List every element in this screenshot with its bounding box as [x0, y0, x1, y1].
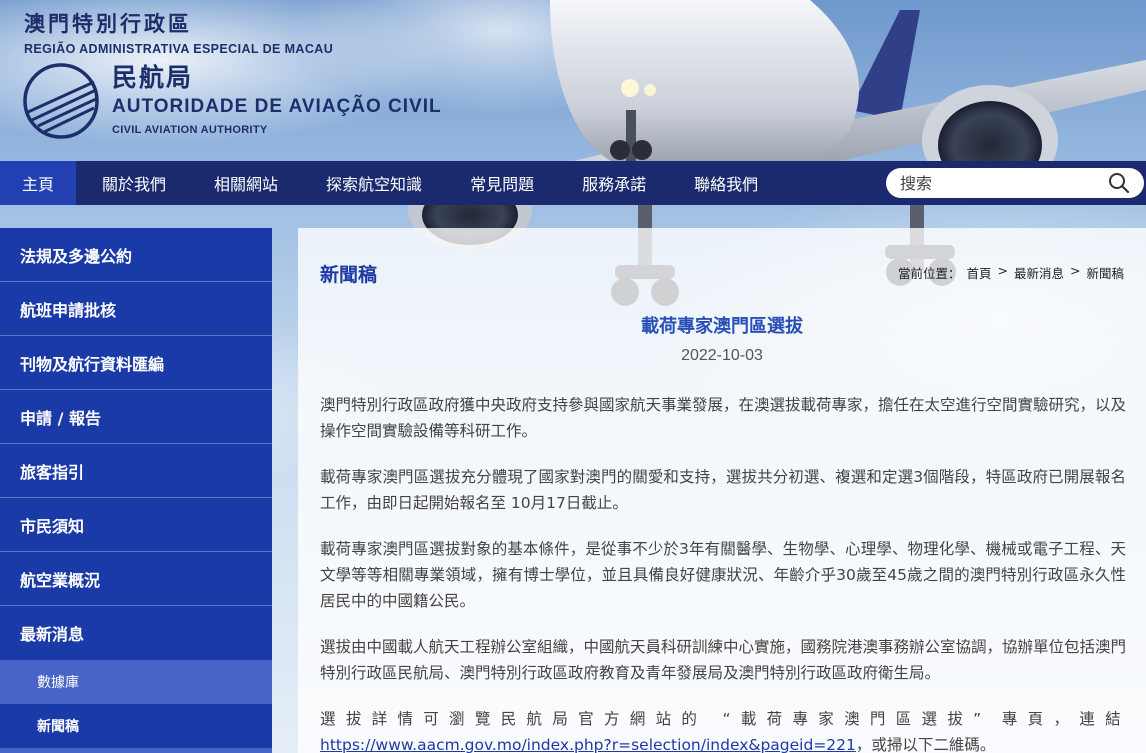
authority-name-pt: AUTORIDADE DE AVIAÇÃO CIVIL — [112, 96, 442, 117]
article-paragraph: 選拔由中國載人航天工程辦公室組織，中國航天員科研訓練中心實施，國務院港澳事務辦公… — [320, 638, 1127, 682]
search-box — [886, 168, 1144, 198]
breadcrumb: 當前位置： 首頁 > 最新消息 > 新聞稿 — [898, 263, 1124, 282]
sidebar-item-publications[interactable]: 刊物及航行資料匯編 — [0, 336, 272, 390]
authority-name-en: CIVIL AVIATION AUTHORITY — [112, 124, 268, 136]
nav-item-contact[interactable]: 聯絡我們 — [670, 161, 782, 205]
sidebar: 法規及多邊公約 航班申請批核 刊物及航行資料匯編 申請 / 報告 旅客指引 市民… — [0, 228, 272, 753]
search-icon[interactable] — [1108, 172, 1130, 194]
sidebar-subitem-press-release[interactable]: 新聞稿 — [0, 704, 272, 748]
sidebar-item-public-notice[interactable]: 市民須知 — [0, 498, 272, 552]
page-title: 新聞稿 — [320, 264, 378, 286]
article-paragraph: 載荷專家澳門區選拔充分體現了國家對澳門的關愛和支持，選拔共分初選、複選和定選3個… — [320, 468, 1126, 512]
nav-item-related-sites[interactable]: 相關網站 — [190, 161, 302, 205]
sidebar-item-application-report[interactable]: 申請 / 報告 — [0, 390, 272, 444]
article-date: 2022-10-03 — [681, 347, 763, 364]
sidebar-subitem-database[interactable]: 數據庫 — [0, 660, 272, 704]
nav-item-about[interactable]: 關於我們 — [76, 161, 190, 205]
nav-item-faq[interactable]: 常見問題 — [446, 161, 558, 205]
brand-block: 澳門特別行政區 REGIÃO ADMINISTRATIVA ESPECIAL D… — [24, 8, 333, 56]
main-nav: 主頁 關於我們 相關網站 探索航空知識 常見問題 服務承諾 聯絡我們 — [0, 161, 1146, 205]
sidebar-item-industry-overview[interactable]: 航空業概況 — [0, 552, 272, 606]
breadcrumb-item-press-release[interactable]: 新聞稿 — [1086, 263, 1124, 282]
article-paragraph: 澳門特別行政區政府獲中央政府支持參與國家航天事業發展，在澳選拔載荷專家，擔任在太… — [320, 396, 1127, 440]
region-name-zh: 澳門特別行政區 — [24, 12, 192, 36]
nav-item-service-pledge[interactable]: 服務承諾 — [558, 161, 670, 205]
authority-name-block: 民航局 AUTORIDADE DE AVIAÇÃO CIVIL CIVIL AV… — [112, 58, 442, 136]
breadcrumb-label: 當前位置： — [897, 266, 961, 281]
selection-page-link[interactable]: https://www.aacm.gov.mo/index.php?r=sele… — [320, 736, 856, 753]
sidebar-item-regulations[interactable]: 法規及多邊公約 — [0, 228, 272, 282]
breadcrumb-separator: > — [1070, 263, 1081, 278]
sidebar-item-flight-approval[interactable]: 航班申請批核 — [0, 282, 272, 336]
sidebar-item-latest-news[interactable]: 最新消息 — [0, 606, 272, 660]
nav-item-home[interactable]: 主頁 — [0, 161, 77, 205]
breadcrumb-item-home[interactable]: 首頁 — [966, 263, 991, 282]
content-panel: 新聞稿 當前位置： 首頁 > 最新消息 > 新聞稿 載荷專家澳門區選拔 2022… — [298, 228, 1146, 753]
article-title: 載荷專家澳門區選拔 — [641, 316, 803, 337]
sidebar-subitem-divider — [0, 748, 272, 753]
search-input[interactable] — [900, 173, 1100, 193]
article-paragraph: 載荷專家澳門區選拔對象的基本條件，是從事不少於3年有關醫學、生物學、心理學、物理… — [320, 540, 1126, 610]
region-name-pt: REGIÃO ADMINISTRATIVA ESPECIAL DE MACAU — [24, 42, 334, 56]
article-paragraph-link: 選拔詳情可瀏覽民航局官方網站的 “載荷專家澳門區選拔” 專頁，連結 https:/… — [320, 706, 1126, 753]
authority-logo-icon[interactable] — [22, 62, 100, 140]
sidebar-item-traveller-guide[interactable]: 旅客指引 — [0, 444, 272, 498]
link-outro-text: ，或掃以下二維碼。 — [855, 736, 996, 753]
breadcrumb-item-latest-news[interactable]: 最新消息 — [1014, 263, 1064, 282]
article-body: 澳門特別行政區政府獲中央政府支持參與國家航天事業發展，在澳選拔載荷專家，擔任在太… — [320, 392, 1126, 753]
breadcrumb-separator: > — [997, 263, 1008, 278]
authority-name-zh: 民航局 — [112, 63, 194, 92]
link-intro-text: 選拔詳情可瀏覽民航局官方網站的 “載荷專家澳門區選拔” 專頁，連結 — [320, 710, 1126, 728]
nav-item-explore-aviation[interactable]: 探索航空知識 — [302, 161, 446, 205]
